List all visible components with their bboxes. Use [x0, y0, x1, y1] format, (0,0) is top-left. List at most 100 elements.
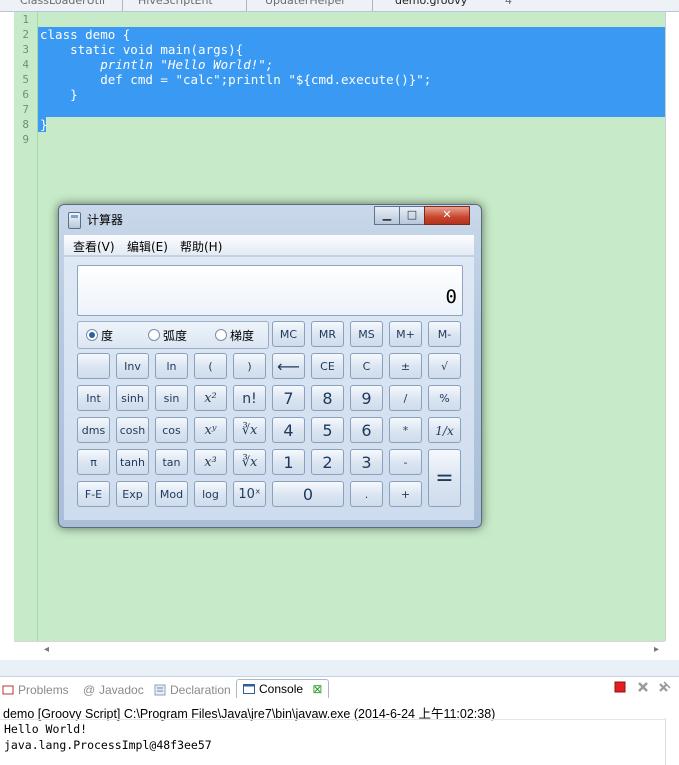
declaration-icon: [154, 684, 166, 696]
close-button[interactable]: ✕: [424, 206, 470, 225]
key-y-root-x[interactable]: ∛x: [233, 417, 266, 443]
key-cos[interactable]: cos: [155, 417, 188, 443]
key-mc[interactable]: MC: [272, 321, 305, 347]
key-ms[interactable]: MS: [350, 321, 383, 347]
key-sqrt[interactable]: √: [428, 353, 461, 379]
tab-declaration[interactable]: Declaration: [154, 681, 231, 699]
terminate-icon[interactable]: [614, 681, 626, 693]
key-log[interactable]: log: [194, 481, 227, 507]
key-backspace[interactable]: ⟵: [272, 353, 305, 379]
line-number: 1: [22, 13, 29, 26]
key-open-paren[interactable]: (: [194, 353, 227, 379]
minimize-button[interactable]: ▁: [374, 206, 400, 225]
key-equals[interactable]: =: [428, 449, 461, 507]
key-multiply[interactable]: *: [389, 417, 422, 443]
code-line[interactable]: class demo {: [40, 27, 130, 42]
key-5[interactable]: 5: [311, 417, 344, 443]
calculator-icon: [68, 212, 81, 229]
editor-tab-demo-groovy[interactable]: demo.groovy: [395, 0, 467, 8]
key-mod[interactable]: Mod: [155, 481, 188, 507]
code-line[interactable]: def cmd = "calc";println "${cmd.execute(…: [40, 72, 431, 87]
tab-console[interactable]: Console ⊠: [236, 679, 330, 698]
tab-javadoc[interactable]: @ Javadoc: [83, 681, 144, 699]
line-number: 7: [22, 103, 29, 116]
calculator-window[interactable]: 计算器 ▁ □ ✕ 查看(V) 编辑(E) 帮助(H) 0 度 弧度 梯度 MC…: [58, 204, 482, 528]
key-inv[interactable]: Inv: [116, 353, 149, 379]
key-6[interactable]: 6: [350, 417, 383, 443]
key-sinh[interactable]: sinh: [116, 385, 149, 411]
scroll-right-icon[interactable]: ▸: [654, 644, 659, 655]
key-mr[interactable]: MR: [311, 321, 344, 347]
key-9[interactable]: 9: [350, 385, 383, 411]
key-int[interactable]: Int: [77, 385, 110, 411]
key-decimal[interactable]: .: [350, 481, 383, 507]
key-c[interactable]: C: [350, 353, 383, 379]
console-scrollbar[interactable]: [665, 718, 679, 765]
key-1[interactable]: 1: [272, 449, 305, 475]
key-add[interactable]: +: [389, 481, 422, 507]
key-f-e[interactable]: F-E: [77, 481, 110, 507]
key-2[interactable]: 2: [311, 449, 344, 475]
key-x-cubed[interactable]: x³: [194, 449, 227, 475]
menu-edit[interactable]: 编辑(E): [127, 238, 168, 255]
code-line[interactable]: }: [40, 87, 78, 102]
key-m-plus[interactable]: M+: [389, 321, 422, 347]
editor-tab-classloaderutil[interactable]: ClassLoaderUtil: [20, 0, 105, 8]
editor-tab-updaterhelper[interactable]: UpdaterHelper: [265, 0, 346, 8]
editor-tab-hivescriptent[interactable]: HiveScriptEnt: [138, 0, 213, 8]
key-m-minus[interactable]: M-: [428, 321, 461, 347]
tab-javadoc-label: Javadoc: [99, 683, 144, 697]
key-exp[interactable]: Exp: [116, 481, 149, 507]
key-0[interactable]: 0: [272, 481, 344, 507]
radio-degrees[interactable]: 度: [86, 327, 113, 344]
radio-empty-icon: [148, 329, 160, 341]
panel-sash[interactable]: [0, 660, 679, 676]
key-dms[interactable]: dms: [77, 417, 110, 443]
key-reciprocal[interactable]: 1/x: [428, 417, 461, 443]
horizontal-scrollbar[interactable]: ◂ ▸: [14, 641, 665, 659]
key-cosh[interactable]: cosh: [116, 417, 149, 443]
key-blank[interactable]: [77, 353, 110, 379]
console-tab-bar: Problems @ Javadoc Declaration Console ⊠: [0, 676, 679, 702]
key-pi[interactable]: π: [77, 449, 110, 475]
code-line[interactable]: static void main(args){: [40, 42, 243, 57]
key-plus-minus[interactable]: ±: [389, 353, 422, 379]
key-x-squared[interactable]: x²: [194, 385, 227, 411]
key-ten-power-x[interactable]: 10ˣ: [233, 481, 266, 507]
key-ln[interactable]: ln: [155, 353, 188, 379]
key-factorial[interactable]: n!: [233, 385, 266, 411]
key-tan[interactable]: tan: [155, 449, 188, 475]
key-subtract[interactable]: -: [389, 449, 422, 475]
console-output-line[interactable]: java.lang.ProcessImpl@48f3ee57: [4, 738, 212, 752]
angle-mode-group: 度 弧度 梯度: [77, 321, 269, 349]
editor-tab-overflow[interactable]: 4: [505, 0, 512, 8]
at-icon: @: [83, 683, 96, 697]
key-8[interactable]: 8: [311, 385, 344, 411]
key-close-paren[interactable]: ): [233, 353, 266, 379]
close-tab-icon[interactable]: ⊠: [312, 682, 322, 696]
scroll-left-icon[interactable]: ◂: [44, 644, 49, 655]
menu-help[interactable]: 帮助(H): [180, 238, 222, 255]
maximize-button[interactable]: □: [399, 206, 425, 225]
radio-empty-icon: [215, 329, 227, 341]
tab-problems[interactable]: Problems: [2, 681, 69, 699]
key-percent[interactable]: %: [428, 385, 461, 411]
console-output-line[interactable]: Hello World!: [4, 722, 87, 736]
radio-grads[interactable]: 梯度: [215, 327, 254, 344]
key-7[interactable]: 7: [272, 385, 305, 411]
remove-all-icon[interactable]: [659, 681, 671, 693]
radio-radians[interactable]: 弧度: [148, 327, 187, 344]
key-3[interactable]: 3: [350, 449, 383, 475]
display-value: 0: [445, 286, 457, 308]
code-line[interactable]: println "Hello World!";: [40, 57, 273, 72]
remove-launch-icon[interactable]: [637, 681, 649, 693]
key-x-power-y[interactable]: xʸ: [194, 417, 227, 443]
key-4[interactable]: 4: [272, 417, 305, 443]
code-line[interactable]: }: [40, 117, 48, 132]
key-cube-root[interactable]: ∛x: [233, 449, 266, 475]
menu-view[interactable]: 查看(V): [73, 238, 115, 255]
key-tanh[interactable]: tanh: [116, 449, 149, 475]
key-sin[interactable]: sin: [155, 385, 188, 411]
key-divide[interactable]: /: [389, 385, 422, 411]
key-ce[interactable]: CE: [311, 353, 344, 379]
